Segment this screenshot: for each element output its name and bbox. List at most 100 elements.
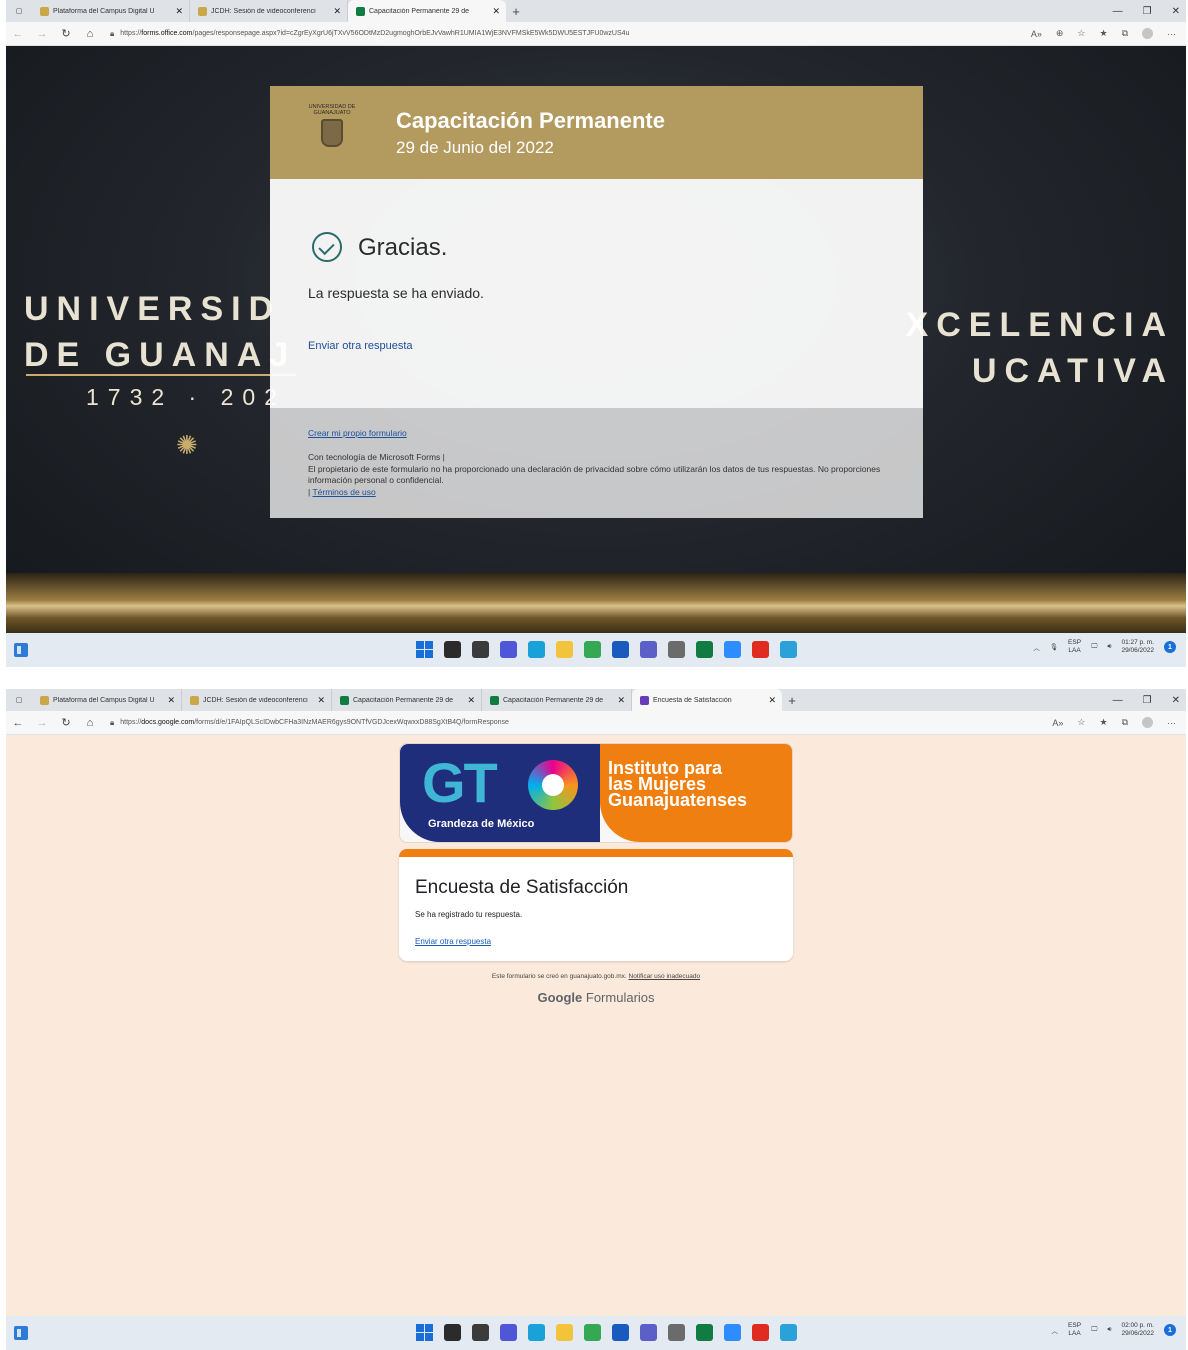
word-icon[interactable] <box>612 1324 629 1341</box>
back-icon[interactable]: ← <box>6 717 30 729</box>
zoom-icon[interactable] <box>724 641 741 658</box>
search-icon[interactable] <box>444 1324 461 1341</box>
file-explorer-icon[interactable] <box>556 1324 573 1341</box>
snip-icon[interactable] <box>780 1324 797 1341</box>
edge-icon[interactable] <box>528 641 545 658</box>
new-tab-icon[interactable]: + <box>506 0 526 22</box>
chat-icon[interactable] <box>500 641 517 658</box>
create-form-link[interactable]: Crear mi propio formulario <box>308 428 407 438</box>
maximize-icon[interactable]: ❐ <box>1143 6 1152 17</box>
tab-3-active[interactable]: Capacitación Permanente 29 de ✕ <box>348 0 506 22</box>
favorites-icon[interactable]: ★ <box>1099 28 1107 39</box>
chrome-icon[interactable] <box>584 1324 601 1341</box>
notification-badge[interactable]: 1 <box>1164 641 1176 653</box>
tab-1[interactable]: Plataforma del Campus Digital U ✕ <box>32 689 182 711</box>
favorite-icon[interactable]: ☆ <box>1077 717 1085 728</box>
network-icon[interactable]: 🖵︎ <box>1091 1326 1097 1334</box>
snip-icon[interactable] <box>780 641 797 658</box>
report-abuse-link[interactable]: Notificar uso inadecuado <box>629 973 701 980</box>
start-icon[interactable] <box>416 641 433 658</box>
file-explorer-icon[interactable] <box>556 641 573 658</box>
back-icon[interactable]: ← <box>6 28 30 40</box>
network-icon[interactable]: 🖵︎ <box>1091 643 1097 651</box>
terms-link[interactable]: Términos de uso <box>312 487 375 497</box>
widgets-icon[interactable] <box>14 643 28 657</box>
profile-avatar[interactable] <box>1142 28 1153 39</box>
read-aloud-icon[interactable]: A» <box>1031 29 1042 39</box>
favorite-icon[interactable]: ☆ <box>1077 28 1085 39</box>
edge-icon[interactable] <box>528 1324 545 1341</box>
form-subtitle: 29 de Junio del 2022 <box>396 138 554 157</box>
volume-icon[interactable]: 🔊︎ <box>1107 1326 1111 1334</box>
zoom-icon[interactable] <box>724 1324 741 1341</box>
tab-bar: ▢ Plataforma del Campus Digital U ✕ JCDH… <box>6 0 1186 22</box>
more-icon[interactable]: ··· <box>1167 29 1176 39</box>
clock[interactable]: 02:00 p. m. 29/06/2022 <box>1121 1322 1154 1338</box>
url-field[interactable]: 🔒︎ https://forms.office.com/pages/respon… <box>110 29 930 39</box>
close-tab-icon[interactable]: ✕ <box>617 695 625 706</box>
minimize-icon[interactable]: — <box>1113 695 1123 706</box>
language-indicator[interactable]: ESP LAA <box>1068 1322 1081 1338</box>
forward-icon[interactable]: → <box>30 28 54 40</box>
forward-icon[interactable]: → <box>30 717 54 729</box>
volume-icon[interactable]: 🔊︎ <box>1107 643 1111 651</box>
submit-another-link[interactable]: Enviar otra respuesta <box>415 937 491 946</box>
acrobat-icon[interactable] <box>752 1324 769 1341</box>
excel-icon[interactable] <box>696 641 713 658</box>
calculator-icon[interactable] <box>668 641 685 658</box>
tab-actions-icon[interactable]: ▢ <box>6 689 32 711</box>
google-forms-logo[interactable]: Google Formularios <box>6 990 1186 1005</box>
language-indicator[interactable]: ESP LAA <box>1068 639 1081 655</box>
favorites-icon[interactable]: ★ <box>1099 717 1107 728</box>
close-tab-icon[interactable]: ✕ <box>492 6 500 17</box>
chat-icon[interactable] <box>500 1324 517 1341</box>
calculator-icon[interactable] <box>668 1324 685 1341</box>
minimize-icon[interactable]: — <box>1113 6 1123 17</box>
microphone-icon[interactable]: 🎙︎ <box>1050 643 1058 651</box>
tab-1[interactable]: Plataforma del Campus Digital U ✕ <box>32 0 190 22</box>
collections-icon[interactable]: ⧉ <box>1122 717 1128 728</box>
tab-actions-icon[interactable]: ▢ <box>6 0 32 22</box>
acrobat-icon[interactable] <box>752 641 769 658</box>
refresh-icon[interactable]: ↻ <box>54 27 78 40</box>
task-view-icon[interactable] <box>472 1324 489 1341</box>
widgets-icon[interactable] <box>14 1326 28 1340</box>
close-window-icon[interactable]: ✕ <box>1172 6 1180 17</box>
task-view-icon[interactable] <box>472 641 489 658</box>
chevron-up-icon[interactable]: ︿ <box>1052 1325 1059 1335</box>
start-icon[interactable] <box>416 1324 433 1341</box>
tab-3[interactable]: Capacitación Permanente 29 de ✕ <box>332 689 482 711</box>
maximize-icon[interactable]: ❐ <box>1143 695 1152 706</box>
tab-2[interactable]: JCDH: Sesión de videoconferenci ✕ <box>190 0 348 22</box>
home-icon[interactable]: ⌂ <box>78 717 102 729</box>
refresh-icon[interactable]: ↻ <box>54 716 78 729</box>
zoom-icon[interactable]: ⊕ <box>1056 28 1064 39</box>
close-tab-icon[interactable]: ✕ <box>175 6 183 17</box>
tab-2[interactable]: JCDH: Sesión de videoconferenci ✕ <box>182 689 332 711</box>
clock[interactable]: 01:27 p. m. 29/06/2022 <box>1121 639 1154 655</box>
close-tab-icon[interactable]: ✕ <box>167 695 175 706</box>
new-tab-icon[interactable]: + <box>782 689 802 711</box>
teams-icon[interactable] <box>640 641 657 658</box>
collections-icon[interactable]: ⧉ <box>1122 28 1128 39</box>
search-icon[interactable] <box>444 641 461 658</box>
close-tab-icon[interactable]: ✕ <box>467 695 475 706</box>
close-tab-icon[interactable]: ✕ <box>333 6 341 17</box>
more-icon[interactable]: ··· <box>1167 718 1176 728</box>
excel-icon[interactable] <box>696 1324 713 1341</box>
chevron-up-icon[interactable]: ︿ <box>1033 642 1040 652</box>
chrome-icon[interactable] <box>584 641 601 658</box>
profile-avatar[interactable] <box>1142 717 1153 728</box>
word-icon[interactable] <box>612 641 629 658</box>
teams-icon[interactable] <box>640 1324 657 1341</box>
close-window-icon[interactable]: ✕ <box>1172 695 1180 706</box>
tab-4[interactable]: Capacitación Permanente 29 de ✕ <box>482 689 632 711</box>
home-icon[interactable]: ⌂ <box>78 28 102 40</box>
url-field[interactable]: 🔒︎ https://docs.google.com/forms/d/e/1FA… <box>110 718 930 728</box>
close-tab-icon[interactable]: ✕ <box>768 695 776 706</box>
close-tab-icon[interactable]: ✕ <box>317 695 325 706</box>
submit-another-link[interactable]: Enviar otra respuesta <box>308 340 413 352</box>
tab-5-active[interactable]: Encuesta de Satisfacción ✕ <box>632 689 782 711</box>
read-aloud-icon[interactable]: A» <box>1052 718 1063 728</box>
notification-badge[interactable]: 1 <box>1164 1324 1176 1336</box>
